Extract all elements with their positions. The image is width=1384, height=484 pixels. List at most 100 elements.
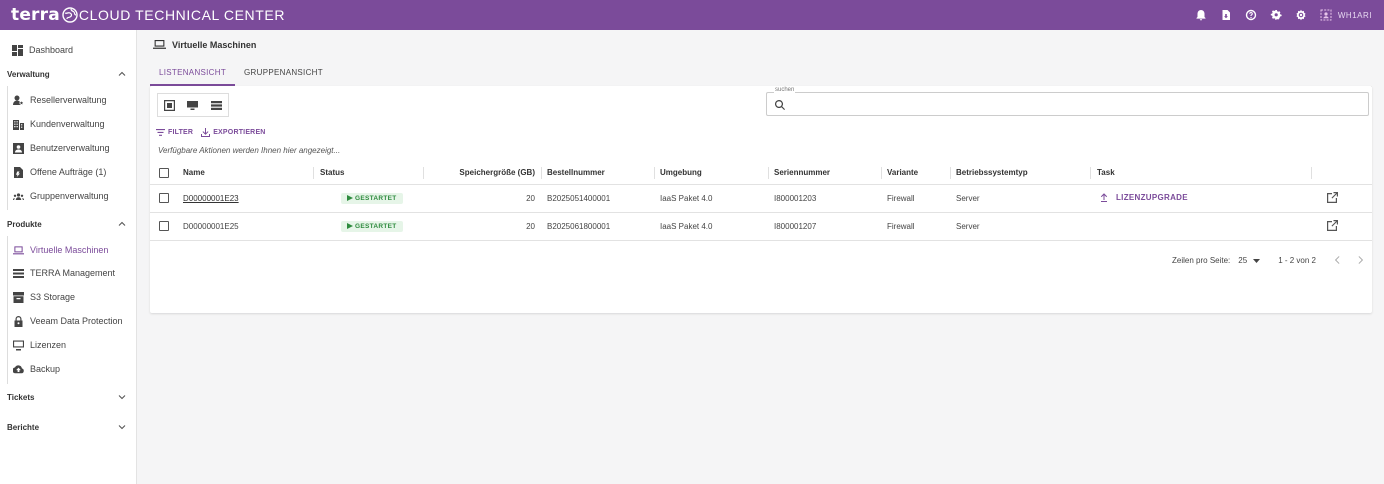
section-label: Produkte	[7, 219, 42, 229]
cell-environment: IaaS Paket 4.0	[655, 212, 769, 241]
user-menu[interactable]: WH1ARI	[1320, 9, 1372, 22]
sidebar-section-verwaltung[interactable]: Verwaltung	[0, 64, 136, 84]
sidebar-item-dashboard[interactable]: Dashboard	[0, 40, 136, 60]
column-header-open	[1312, 162, 1372, 185]
sidebar-item-resellerverwaltung[interactable]: Resellerverwaltung	[0, 90, 136, 110]
license-upgrade-button[interactable]: LIZENZUPGRADE	[1100, 193, 1188, 202]
caret-down-icon	[1253, 258, 1261, 263]
open-external-icon[interactable]	[1327, 219, 1338, 233]
brand-logo[interactable]: terra CLOUD TECHNICAL CENTER	[11, 5, 285, 25]
view-toggle-group	[157, 93, 229, 117]
cell-size: 20	[424, 184, 542, 213]
row-checkbox[interactable]	[159, 221, 169, 231]
cell-variant: Firewall	[882, 212, 951, 241]
page-range: 1 - 2 von 2	[1278, 255, 1316, 265]
section-label: Tickets	[7, 392, 35, 402]
column-header-order[interactable]: Bestellnummer	[542, 162, 655, 185]
cell-size: 20	[424, 212, 542, 241]
play-icon	[347, 223, 353, 229]
brand-name: terra	[11, 5, 60, 25]
sidebar-item-label: Resellerverwaltung	[30, 95, 107, 105]
vm-name-link[interactable]: D00000001E23	[183, 194, 239, 203]
table-row[interactable]: D00000001E25 GESTARTET 20 B2025061800001…	[150, 212, 1372, 241]
column-header-os-type[interactable]: Betriebssystemtyp	[951, 162, 1091, 185]
sidebar-item-lizenzen[interactable]: Lizenzen	[0, 335, 136, 355]
export-button[interactable]: EXPORTIEREN	[201, 128, 265, 137]
list-view-icon[interactable]	[210, 100, 222, 111]
sidebar-item-benutzerverwaltung[interactable]: Benutzerverwaltung	[0, 138, 136, 158]
column-header-serial[interactable]: Seriennummer	[769, 162, 882, 185]
column-header-name[interactable]: Name	[176, 162, 314, 185]
bell-icon[interactable]	[1195, 9, 1208, 22]
tab-listenansicht[interactable]: LISTENANSICHT	[150, 64, 236, 86]
arrow-up-icon	[1100, 192, 1108, 202]
sidebar-item-label: Virtuelle Maschinen	[30, 245, 109, 255]
column-header-status[interactable]: Status	[314, 162, 424, 185]
dashboard-icon	[12, 44, 23, 56]
cell-name: D00000001E23	[176, 184, 314, 213]
monitor-view-icon[interactable]	[187, 100, 199, 111]
rows-per-page-label: Zeilen pro Seite:	[1172, 255, 1231, 265]
top-bar: terra CLOUD TECHNICAL CENTER WH1ARI	[0, 0, 1384, 30]
page-title-text: Virtuelle Maschinen	[172, 39, 257, 50]
sidebar-item-gruppenverwaltung[interactable]: Gruppenverwaltung	[0, 186, 136, 206]
page-title: Virtuelle Maschinen	[153, 39, 256, 50]
tab-gruppenansicht[interactable]: GRUPPENANSICHT	[235, 64, 332, 86]
chevron-left-icon[interactable]	[1334, 256, 1342, 264]
laptop-icon	[13, 245, 24, 256]
search-input[interactable]	[791, 97, 1351, 111]
sidebar-item-veeam-data-protection[interactable]: Veeam Data Protection	[0, 311, 136, 331]
column-header-task[interactable]: Task	[1091, 162, 1312, 185]
globe-icon	[62, 7, 78, 23]
search-label: suchen	[774, 87, 796, 93]
sidebar-section-tickets[interactable]: Tickets	[0, 387, 136, 407]
help-icon[interactable]	[1245, 9, 1258, 22]
vm-name-text[interactable]: D00000001E25	[183, 222, 239, 231]
row-checkbox[interactable]	[159, 193, 169, 203]
row-select-cell	[150, 184, 176, 213]
column-header-size[interactable]: Speichergröße (GB)	[424, 162, 542, 185]
view-tabs: LISTENANSICHT GRUPPENANSICHT	[150, 64, 332, 86]
column-header-environment[interactable]: Umgebung	[655, 162, 769, 185]
select-all-checkbox[interactable]	[159, 167, 169, 178]
compact-view-icon[interactable]	[164, 99, 176, 111]
sidebar-item-virtuelle-maschinen[interactable]: Virtuelle Maschinen	[0, 240, 136, 260]
section-label: Verwaltung	[7, 69, 50, 79]
sidebar-item-label: TERRA Management	[30, 268, 116, 278]
cell-status: GESTARTET	[314, 184, 424, 213]
search-field[interactable]: suchen	[766, 87, 1369, 116]
table-row[interactable]: D00000001E23 GESTARTET 20 B2025051400001…	[150, 184, 1372, 213]
sidebar-item-terra-management[interactable]: TERRA Management	[0, 263, 136, 283]
actions-hint: Verfügbare Aktionen werden Ihnen hier an…	[158, 146, 341, 155]
status-text: GESTARTET	[355, 194, 397, 202]
sidebar-item-offene-auftraege[interactable]: Offene Aufträge (1)	[0, 162, 136, 182]
sidebar-section-produkte[interactable]: Produkte	[0, 214, 136, 234]
settings-cog-icon[interactable]	[1295, 9, 1308, 22]
cell-open	[1312, 212, 1372, 241]
sidebar-item-s3-storage[interactable]: S3 Storage	[0, 287, 136, 307]
cell-variant: Firewall	[882, 184, 951, 213]
sidebar-section-berichte[interactable]: Berichte	[0, 417, 136, 437]
chevron-right-icon[interactable]	[1356, 256, 1364, 264]
export-label: EXPORTIEREN	[213, 129, 266, 136]
chevron-down-icon	[118, 425, 126, 430]
cell-order: B2025061800001	[542, 212, 655, 241]
sidebar-item-kundenverwaltung[interactable]: Kundenverwaltung	[0, 114, 136, 134]
gear-icon[interactable]	[1270, 9, 1283, 22]
reseller-icon	[13, 95, 24, 106]
status-badge: GESTARTET	[341, 220, 403, 232]
sidebar-item-label: Offene Aufträge (1)	[30, 167, 107, 177]
pagination: Zeilen pro Seite: 25 1 - 2 von 2	[1172, 253, 1364, 267]
open-external-icon[interactable]	[1327, 191, 1338, 205]
column-header-variant[interactable]: Variante	[882, 162, 951, 185]
cell-task	[1091, 212, 1312, 241]
rows-per-page-select[interactable]: 25	[1238, 256, 1261, 265]
document-download-icon[interactable]	[1220, 9, 1233, 22]
status-text: GESTARTET	[355, 222, 397, 230]
sidebar-item-backup[interactable]: Backup	[0, 359, 136, 379]
chevron-up-icon	[118, 71, 126, 76]
sidebar: Dashboard Verwaltung Resellerverwaltung …	[0, 30, 137, 484]
sidebar-item-label: Lizenzen	[30, 340, 67, 350]
filter-button[interactable]: FILTER	[156, 128, 193, 137]
select-all-header	[150, 162, 176, 185]
